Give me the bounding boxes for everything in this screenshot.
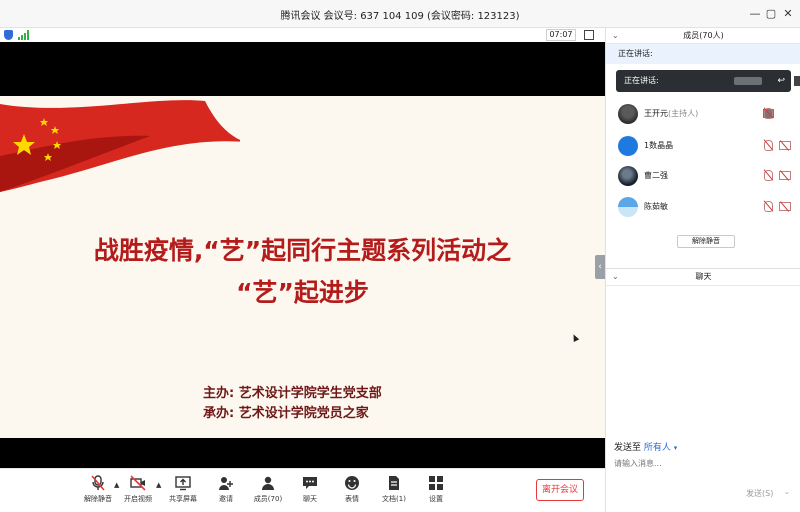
meeting-timer: 07:07 bbox=[546, 29, 576, 41]
camera-off-icon[interactable] bbox=[779, 202, 791, 211]
settings-button[interactable]: 设置 bbox=[414, 475, 458, 509]
slide-title-line2: “艺”起进步 bbox=[236, 278, 369, 307]
members-icon bbox=[262, 476, 274, 490]
title-bar: 腾讯会议 会议号: 637 104 109 (会议密码: 123123) — ▢… bbox=[0, 0, 800, 28]
emoji-icon bbox=[345, 476, 359, 490]
slide-organizer: 主办: 艺术设计学院学生党支部 bbox=[203, 386, 382, 401]
send-to-selector[interactable]: 发送至 所有人 ▾ bbox=[614, 440, 677, 453]
chat-panel-title: 聊天 bbox=[695, 272, 712, 281]
chevron-down-icon[interactable]: ⌄ bbox=[612, 269, 619, 285]
share-screen-label: 共享屏幕 bbox=[169, 495, 197, 503]
mic-muted-icon bbox=[91, 475, 105, 491]
meeting-window: 腾讯会议 会议号: 637 104 109 (会议密码: 123123) — ▢… bbox=[0, 0, 800, 512]
fullscreen-icon[interactable] bbox=[584, 30, 594, 40]
signal-icon[interactable] bbox=[18, 30, 30, 40]
start-video-label: 开启视频 bbox=[124, 495, 152, 503]
camera-off-icon[interactable] bbox=[779, 141, 791, 150]
speaking-indicator: 正在讲话: bbox=[606, 44, 800, 64]
presentation-slide: 战胜疫情,“艺”起同行主题系列活动之 “艺”起进步 主办: 艺术设计学院学生党支… bbox=[0, 96, 605, 438]
member-name: 曹二强 bbox=[644, 171, 668, 180]
camera-off-icon[interactable] bbox=[779, 171, 791, 180]
speaking-popup: 正在讲话: ↩ bbox=[616, 70, 791, 92]
member-name: 1数晶晶 bbox=[644, 141, 674, 150]
side-panel: ⌄ 成员(70人) 正在讲话: 正在讲话: ↩ 王开元(主持人) 1数晶晶 曹二… bbox=[605, 28, 800, 512]
document-button[interactable]: 文档(1) bbox=[372, 475, 416, 509]
speaking-popup-label: 正在讲话: bbox=[624, 76, 659, 85]
member-row[interactable]: 王开元(主持人) bbox=[606, 102, 800, 126]
member-row[interactable]: 陈茹敏 bbox=[606, 195, 800, 219]
window-title: 腾讯会议 会议号: 637 104 109 (会议密码: 123123) bbox=[280, 11, 520, 22]
send-to-target[interactable]: 所有人 bbox=[644, 443, 671, 453]
avatar bbox=[618, 197, 638, 217]
slide-title-line1: 战胜疫情,“艺”起同行主题系列活动之 bbox=[93, 236, 512, 265]
reply-icon[interactable]: ↩ bbox=[777, 70, 785, 92]
members-panel-header[interactable]: ⌄ 成员(70人) bbox=[606, 28, 800, 44]
mic-muted-icon[interactable] bbox=[764, 170, 773, 181]
members-button[interactable]: 成员(70) bbox=[246, 475, 290, 509]
avatar bbox=[618, 136, 638, 156]
shield-icon[interactable] bbox=[4, 30, 13, 40]
chat-panel-header[interactable]: ⌄ 聊天 bbox=[606, 268, 800, 286]
unmute-label: 解除静音 bbox=[84, 495, 112, 503]
chat-button[interactable]: 聊天 bbox=[288, 475, 332, 509]
emoji-button[interactable]: 表情 bbox=[330, 475, 374, 509]
mic-muted-icon[interactable] bbox=[764, 108, 773, 119]
speaker-name-mask bbox=[734, 77, 762, 85]
chat-label: 聊天 bbox=[303, 495, 317, 503]
speaker-icon bbox=[794, 76, 800, 86]
start-video-button[interactable]: 开启视频 bbox=[116, 475, 160, 509]
shared-screen: 战胜疫情,“艺”起同行主题系列活动之 “艺”起进步 主办: 艺术设计学院学生党支… bbox=[0, 42, 605, 468]
document-label: 文档(1) bbox=[382, 495, 406, 503]
collapse-panel-handle[interactable]: ‹ bbox=[595, 255, 605, 279]
camera-off-icon bbox=[130, 475, 146, 491]
cursor-icon bbox=[570, 333, 580, 342]
mic-muted-icon[interactable] bbox=[764, 201, 773, 212]
close-button[interactable]: ✕ bbox=[779, 5, 797, 23]
chat-icon bbox=[303, 477, 317, 489]
caret-down-icon[interactable]: ▾ bbox=[674, 444, 678, 452]
chat-messages bbox=[606, 286, 800, 434]
invite-label: 邀请 bbox=[219, 495, 233, 503]
document-icon bbox=[389, 476, 399, 490]
invite-button[interactable]: 邀请 bbox=[204, 475, 248, 509]
emoji-label: 表情 bbox=[345, 495, 359, 503]
maximize-button[interactable]: ▢ bbox=[762, 5, 780, 23]
slide-co-organizer: 承办: 艺术设计学院党员之家 bbox=[203, 406, 369, 421]
share-screen-icon bbox=[175, 476, 191, 491]
member-row[interactable]: 曹二强 bbox=[606, 164, 800, 188]
red-flag-graphic bbox=[0, 100, 240, 192]
member-row[interactable]: 1数晶晶 bbox=[606, 134, 800, 158]
invite-icon bbox=[219, 477, 233, 490]
send-to-label: 发送至 bbox=[614, 443, 642, 453]
share-screen-button[interactable]: 共享屏幕 bbox=[161, 475, 205, 509]
settings-label: 设置 bbox=[429, 495, 443, 503]
send-options-caret[interactable]: ⌄ bbox=[784, 488, 790, 496]
chat-input[interactable] bbox=[614, 456, 792, 470]
members-label: 成员(70) bbox=[253, 495, 283, 503]
mic-muted-icon[interactable] bbox=[764, 140, 773, 151]
members-panel-title: 成员(70人) bbox=[683, 31, 724, 40]
send-button[interactable]: 发送(S) bbox=[746, 488, 773, 499]
meeting-toolbar: 解除静音 ▲ 开启视频 ▲ 共享屏幕 邀请 成员(70) 聊天 表情 文档(1)… bbox=[0, 468, 605, 512]
avatar bbox=[618, 166, 638, 186]
info-strip: 07:07 bbox=[0, 28, 605, 42]
member-name: 陈茹敏 bbox=[644, 202, 668, 211]
chevron-down-icon[interactable]: ⌄ bbox=[612, 28, 619, 44]
settings-icon bbox=[429, 476, 443, 490]
member-name: 王开元 bbox=[644, 109, 668, 118]
unmute-all-button[interactable]: 解除静音 bbox=[677, 235, 735, 248]
member-role: (主持人) bbox=[668, 109, 699, 118]
avatar bbox=[618, 104, 638, 124]
leave-meeting-button[interactable]: 离开会议 bbox=[536, 479, 584, 501]
